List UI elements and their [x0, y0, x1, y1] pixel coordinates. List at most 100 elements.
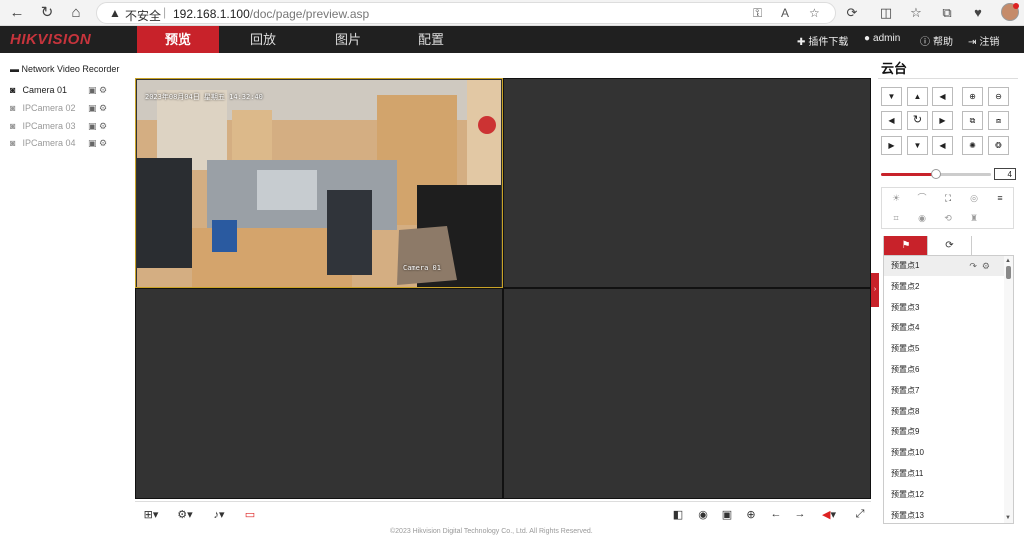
preset-scroll-thumb[interactable]	[1006, 266, 1011, 279]
tree-item-ipcamera-04[interactable]: ◙ IPCamera 04 ▣ ⚙	[10, 138, 107, 148]
light-icon[interactable]: ☀	[885, 191, 907, 205]
ptz-auto-scan-button[interactable]: ↻	[907, 111, 928, 130]
ptz-up-left-button[interactable]: ▼	[881, 87, 902, 106]
zoom-out-icon[interactable]: ⊖	[988, 87, 1009, 106]
extensions-icon[interactable]: ⟳	[844, 5, 860, 21]
ptz-up-right-button[interactable]: ◀	[932, 87, 953, 106]
ptz-up-button[interactable]: ▲	[907, 87, 928, 106]
tree-item-ipcamera-03[interactable]: ◙ IPCamera 03 ▣ ⚙	[10, 121, 107, 131]
video-window-4[interactable]	[503, 288, 871, 499]
browser-extension-icon[interactable]: ♥	[970, 5, 986, 20]
tree-item-ipcamera-02[interactable]: ◙ IPCamera 02 ▣ ⚙	[10, 103, 107, 113]
capture-icon[interactable]: ◉	[694, 508, 712, 521]
ptz-down-left-button[interactable]: ▶	[881, 136, 902, 155]
lens-init-icon[interactable]: ◎	[963, 191, 985, 205]
focus-far-icon[interactable]: ⧈	[988, 111, 1009, 130]
stream-type-button[interactable]: ⚙▾	[173, 508, 197, 521]
nav-preview[interactable]: 预览	[137, 26, 219, 53]
video-window-2[interactable]	[503, 78, 871, 288]
auxiliary-focus-icon[interactable]: ⛶	[937, 191, 959, 205]
plugin-download-link[interactable]: ✚ 插件下载	[797, 33, 848, 48]
wiper-icon[interactable]: ⌒	[911, 191, 933, 205]
preset-item[interactable]: 预置点2	[884, 277, 1004, 297]
stream-icon[interactable]: ⚙	[99, 138, 107, 148]
zoom-in-icon[interactable]: ⊕	[962, 87, 983, 106]
back-icon[interactable]: ←	[8, 4, 26, 22]
record-icon[interactable]: ▣	[88, 103, 97, 113]
one-touch-patrol-icon[interactable]: ⟲	[937, 211, 959, 225]
park-icon[interactable]: ♜	[963, 211, 985, 225]
video-window-3[interactable]	[135, 288, 503, 499]
record-video-icon[interactable]: ▣	[718, 508, 736, 521]
scroll-down-icon[interactable]: ▼	[1005, 515, 1011, 521]
next-page-icon[interactable]: →	[791, 508, 809, 520]
preset-item[interactable]: 预置点13	[884, 506, 1004, 523]
preset-item[interactable]: 预置点6	[884, 360, 1004, 380]
set-preset-gear-icon[interactable]: ⚙	[982, 261, 990, 271]
ptz-down-button[interactable]: ▼	[907, 136, 928, 155]
ptz-down-right-button[interactable]: ◀	[932, 136, 953, 155]
ptz-speed-value: 4	[994, 168, 1016, 180]
preset-item[interactable]: 预置点3	[884, 298, 1004, 318]
preset-item[interactable]: 预置点8	[884, 402, 1004, 422]
preset-item[interactable]: 预置点7	[884, 381, 1004, 401]
preset-item[interactable]: 预置点1 ↷ ⚙	[884, 256, 1004, 276]
office-scene	[137, 80, 501, 287]
tab-pattern[interactable]	[971, 236, 1015, 255]
preset-item[interactable]: 预置点12	[884, 485, 1004, 505]
read-aloud-icon[interactable]: A	[781, 6, 789, 20]
nav-picture[interactable]: 图片	[307, 26, 389, 53]
collections-icon[interactable]: ⧉	[939, 5, 955, 21]
stream-icon[interactable]: ⚙	[99, 103, 107, 113]
tab-patrol[interactable]: ⟳	[927, 236, 971, 255]
camera-icon: ◙	[10, 138, 16, 148]
help-link[interactable]: ⓘ 帮助	[920, 33, 953, 48]
window-layout-button[interactable]: ⊞▾	[139, 508, 163, 521]
intercom-icon[interactable]: ▭	[241, 508, 259, 521]
previous-page-icon[interactable]: ←	[767, 508, 785, 520]
favorite-star-icon[interactable]: ☆	[809, 6, 820, 20]
video-window-1[interactable]: 2023年08月04日 星期五 14:32:40 Camera 01	[135, 78, 503, 288]
microphone-button[interactable]: ♪▾	[207, 508, 231, 521]
record-icon[interactable]: ▣	[88, 138, 97, 148]
panel-collapse-handle[interactable]: ›	[871, 273, 879, 307]
preset-scrollbar[interactable]	[1004, 256, 1013, 523]
tree-item-camera-01[interactable]: ◙ Camera 01 ▣ ⚙	[10, 85, 107, 95]
digital-zoom-icon[interactable]: ⊕	[742, 508, 760, 521]
iris-open-icon[interactable]: ✺	[962, 136, 983, 155]
preset-item[interactable]: 预置点10	[884, 443, 1004, 463]
split-screen-icon[interactable]: ◫	[878, 5, 894, 21]
refresh-icon[interactable]: ↻	[38, 4, 56, 22]
ptz-left-button[interactable]: ◀	[881, 111, 902, 130]
nav-configuration[interactable]: 配置	[390, 26, 472, 53]
3d-positioning-icon[interactable]: ⌗	[885, 211, 907, 225]
home-icon[interactable]: ⌂	[67, 4, 85, 22]
favorites-icon[interactable]: ☆	[908, 5, 924, 21]
manual-tracking-icon[interactable]: ◉	[911, 211, 933, 225]
scroll-up-icon[interactable]: ▲	[1005, 258, 1011, 264]
address-bar[interactable]: ▲ 不安全 | 192.168.1.100/doc/page/preview.a…	[96, 2, 836, 24]
preset-item[interactable]: 预置点4	[884, 318, 1004, 338]
record-icon[interactable]: ▣	[88, 121, 97, 131]
audio-volume-button[interactable]: ◀▾	[816, 508, 842, 521]
stream-icon[interactable]: ⚙	[99, 85, 107, 95]
stream-icon[interactable]: ⚙	[99, 121, 107, 131]
nav-playback[interactable]: 回放	[222, 26, 304, 53]
preset-item[interactable]: 预置点5	[884, 339, 1004, 359]
iris-close-icon[interactable]: ❂	[988, 136, 1009, 155]
key-icon[interactable]: ⚿	[753, 6, 762, 21]
ptz-speed-handle[interactable]	[931, 169, 941, 179]
stop-all-preview-icon[interactable]: ◧	[669, 508, 687, 521]
focus-near-icon[interactable]: ⧉	[962, 111, 983, 130]
preset-item[interactable]: 预置点9	[884, 422, 1004, 442]
logout-link[interactable]: ⇥ 注销	[968, 33, 999, 48]
call-preset-icon[interactable]: ↷	[969, 261, 977, 271]
record-icon[interactable]: ▣	[88, 85, 97, 95]
preset-item[interactable]: 预置点11	[884, 464, 1004, 484]
tree-root-nvr[interactable]: ▬ Network Video Recorder	[10, 64, 119, 74]
ptz-right-button[interactable]: ▶	[932, 111, 953, 130]
fullscreen-icon[interactable]: ⤢	[851, 508, 869, 521]
menu-icon[interactable]: ≡	[989, 191, 1011, 205]
tab-presets[interactable]: ⚑	[884, 236, 928, 255]
user-link[interactable]: ● admin	[864, 33, 900, 44]
